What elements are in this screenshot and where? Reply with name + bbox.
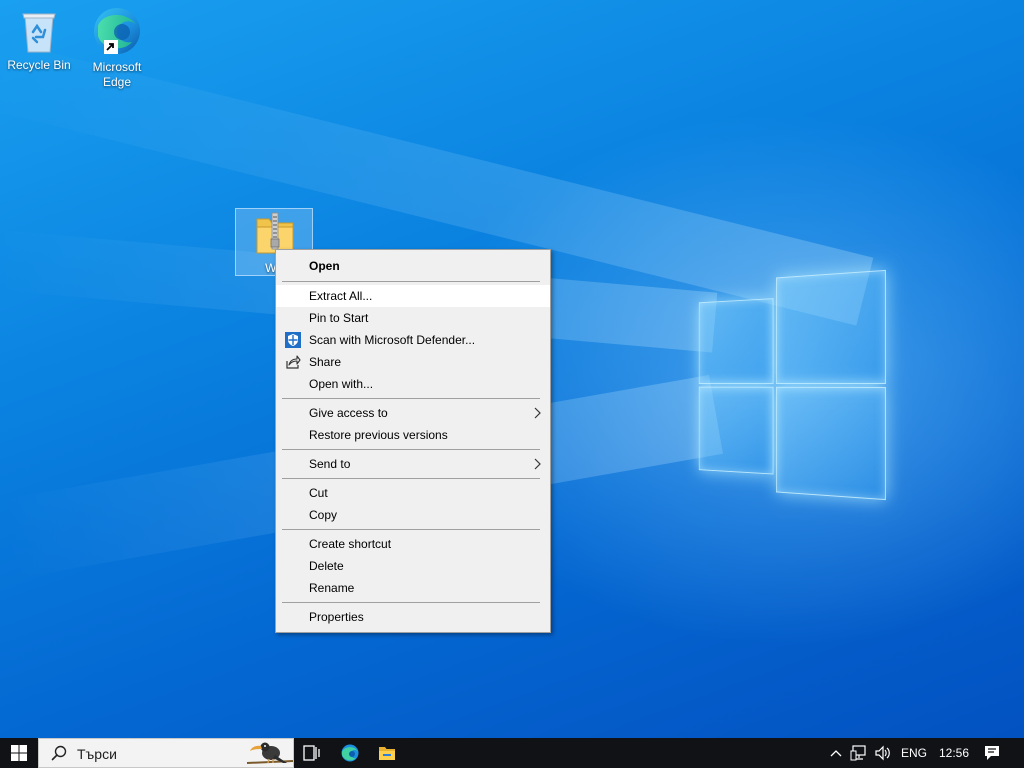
menu-item-rename[interactable]: Rename	[276, 577, 550, 599]
menu-item-create-shortcut[interactable]: Create shortcut	[276, 533, 550, 555]
menu-item-label: Copy	[309, 508, 338, 522]
menu-item-label: Extract All...	[309, 289, 373, 303]
task-view-button[interactable]	[294, 738, 330, 768]
desktop-icon-microsoft-edge[interactable]: Microsoft Edge	[79, 6, 155, 90]
menu-item-share[interactable]: Share	[276, 351, 550, 373]
menu-item-label: Rename	[309, 581, 355, 595]
chevron-right-icon	[534, 458, 541, 470]
menu-item-give-access-to[interactable]: Give access to	[276, 402, 550, 424]
chevron-up-icon	[830, 750, 842, 757]
menu-item-scan-defender[interactable]: Scan with Microsoft Defender...	[276, 329, 550, 351]
file-explorer-icon	[379, 747, 395, 760]
menu-item-label: Send to	[309, 457, 351, 471]
edge-icon	[341, 744, 359, 762]
search-icon	[51, 745, 67, 761]
menu-item-delete[interactable]: Delete	[276, 555, 550, 577]
menu-item-label: Delete	[309, 559, 344, 573]
start-button[interactable]	[0, 738, 38, 768]
task-view-icon	[303, 745, 320, 761]
menu-separator	[282, 281, 540, 282]
menu-item-label: Create shortcut	[309, 537, 392, 551]
tray-volume-button[interactable]	[872, 738, 894, 768]
menu-item-label: Scan with Microsoft Defender...	[309, 333, 476, 347]
menu-item-open[interactable]: Open	[276, 254, 550, 278]
menu-separator	[282, 602, 540, 603]
recycle-bin-icon	[22, 13, 56, 53]
menu-separator	[282, 398, 540, 399]
search-placeholder: Търси	[77, 746, 117, 762]
menu-item-label: Give access to	[309, 406, 388, 420]
desktop-icon-label: Edge	[102, 75, 132, 89]
menu-separator	[282, 478, 540, 479]
menu-item-cut[interactable]: Cut	[276, 482, 550, 504]
menu-item-pin-to-start[interactable]: Pin to Start	[276, 307, 550, 329]
menu-separator	[282, 529, 540, 530]
chevron-right-icon	[534, 407, 541, 419]
menu-item-properties[interactable]: Properties	[276, 606, 550, 628]
network-icon	[850, 745, 866, 761]
notification-icon	[985, 746, 999, 760]
desktop-icon-recycle-bin[interactable]: Recycle Bin	[1, 8, 77, 73]
volume-icon	[875, 745, 890, 761]
tray-network-button[interactable]	[848, 738, 870, 768]
search-highlight-bird-icon	[246, 742, 294, 764]
tray-overflow-button[interactable]	[826, 738, 846, 768]
taskbar-edge-button[interactable]	[332, 738, 368, 768]
menu-item-send-to[interactable]: Send to	[276, 453, 550, 475]
share-icon	[286, 355, 301, 369]
menu-item-label: Cut	[309, 486, 328, 500]
menu-item-open-with[interactable]: Open with...	[276, 373, 550, 395]
taskbar-search-box[interactable]: Търси	[38, 738, 294, 768]
desktop-icon-label: Microsoft	[92, 60, 142, 74]
menu-item-restore-previous-versions[interactable]: Restore previous versions	[276, 424, 550, 446]
tray-language-indicator[interactable]: ENG	[901, 738, 927, 768]
edge-icon	[94, 8, 140, 54]
menu-separator	[282, 449, 540, 450]
menu-item-label: Open	[309, 259, 340, 273]
taskbar: Търси ENG 12:56	[0, 738, 1024, 768]
menu-item-extract-all[interactable]: Extract All...	[276, 285, 550, 307]
desktop-icon-label: Recycle Bin	[7, 58, 71, 72]
menu-item-label: Share	[309, 355, 342, 369]
desktop[interactable]: Recycle Bin Microsoft Edge Wo Open Extra…	[0, 0, 1024, 768]
menu-item-label: Open with...	[309, 377, 374, 391]
windows-logo-wallpaper	[698, 269, 886, 501]
menu-item-copy[interactable]: Copy	[276, 504, 550, 526]
windows-start-icon	[11, 745, 27, 761]
defender-shield-icon	[285, 332, 301, 348]
context-menu: Open Extract All... Pin to Start Scan wi…	[275, 249, 551, 633]
menu-item-label: Pin to Start	[309, 311, 369, 325]
tray-clock[interactable]: 12:56	[939, 738, 969, 768]
menu-item-label: Properties	[309, 610, 364, 624]
taskbar-file-explorer-button[interactable]	[369, 738, 405, 768]
menu-item-label: Restore previous versions	[309, 428, 448, 442]
action-center-button[interactable]	[980, 738, 1004, 768]
